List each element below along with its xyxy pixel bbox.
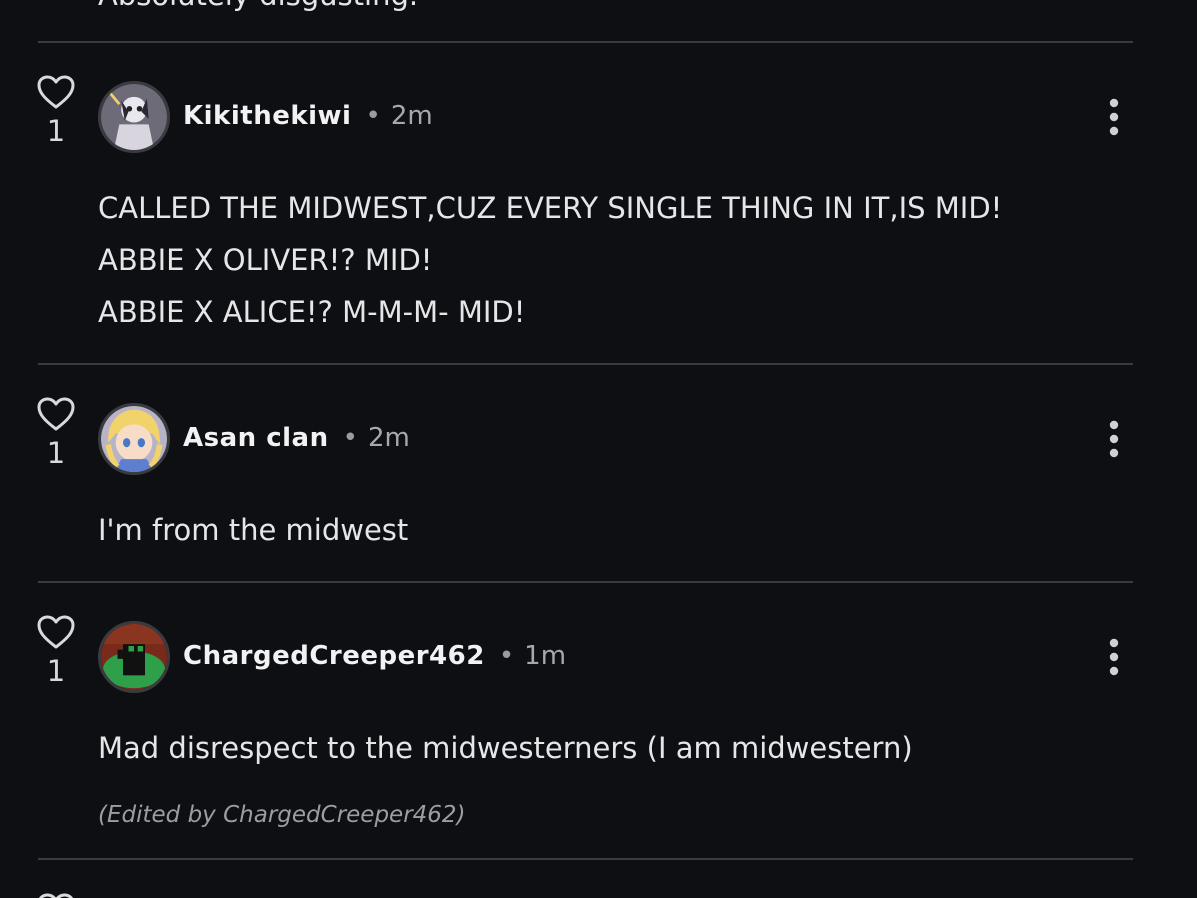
comments-page: Absolutely disgusting. 1 Kikithekiwi • 2m (0, 0, 1197, 898)
timestamp: 1m (524, 641, 567, 671)
avatar[interactable] (98, 621, 170, 693)
like-control[interactable]: 1 (36, 614, 76, 688)
like-count: 1 (46, 654, 66, 688)
previous-comment-text: Absolutely disgusting. (98, 0, 418, 12)
avatar-chargedcreeper462-icon (101, 624, 167, 690)
heart-icon[interactable] (36, 74, 76, 110)
username[interactable]: ChargedCreeper462 (183, 641, 485, 671)
avatar[interactable] (98, 81, 170, 153)
like-count: 1 (46, 436, 66, 470)
comment-body-line: ABBIE X OLIVER!? MID! (98, 243, 433, 277)
comment-body-line: CALLED THE MIDWEST,CUZ EVERY SINGLE THIN… (98, 191, 1003, 225)
more-options-icon[interactable] (1102, 419, 1126, 459)
comment-body-line: ABBIE X ALICE!? M-M-M- MID! (98, 295, 526, 329)
comment-body-line: I'm from the midwest (98, 513, 409, 547)
comment-divider (38, 581, 1133, 583)
more-options-icon[interactable] (1102, 637, 1126, 677)
comment-divider (38, 363, 1133, 365)
like-count: 1 (46, 114, 66, 148)
username[interactable]: Kikithekiwi (183, 101, 351, 131)
separator-dot: • (365, 101, 381, 131)
separator-dot: • (498, 641, 515, 671)
timestamp: 2m (390, 101, 433, 131)
comment-meta: ChargedCreeper462 • 1m (183, 641, 566, 671)
comment-meta: Kikithekiwi • 2m (183, 101, 433, 131)
like-control[interactable]: 1 (36, 74, 76, 148)
separator-dot: • (342, 423, 358, 453)
heart-icon[interactable] (36, 614, 76, 650)
comment-meta: Asan clan • 2m (183, 423, 410, 453)
avatar[interactable] (98, 403, 170, 475)
edited-note: (Edited by ChargedCreeper462) (98, 802, 466, 828)
more-options-icon[interactable] (1102, 97, 1126, 137)
avatar-asan-clan-icon (101, 406, 167, 472)
username[interactable]: Asan clan (183, 423, 329, 453)
avatar-kikithekiwi-icon (101, 84, 167, 150)
comment-divider (38, 41, 1133, 43)
comment-divider (38, 858, 1133, 860)
like-control[interactable]: 1 (36, 396, 76, 470)
heart-icon[interactable] (36, 892, 76, 898)
timestamp: 2m (367, 423, 410, 453)
heart-icon[interactable] (36, 396, 76, 432)
comment-body-line: Mad disrespect to the midwesterners (I a… (98, 731, 913, 765)
